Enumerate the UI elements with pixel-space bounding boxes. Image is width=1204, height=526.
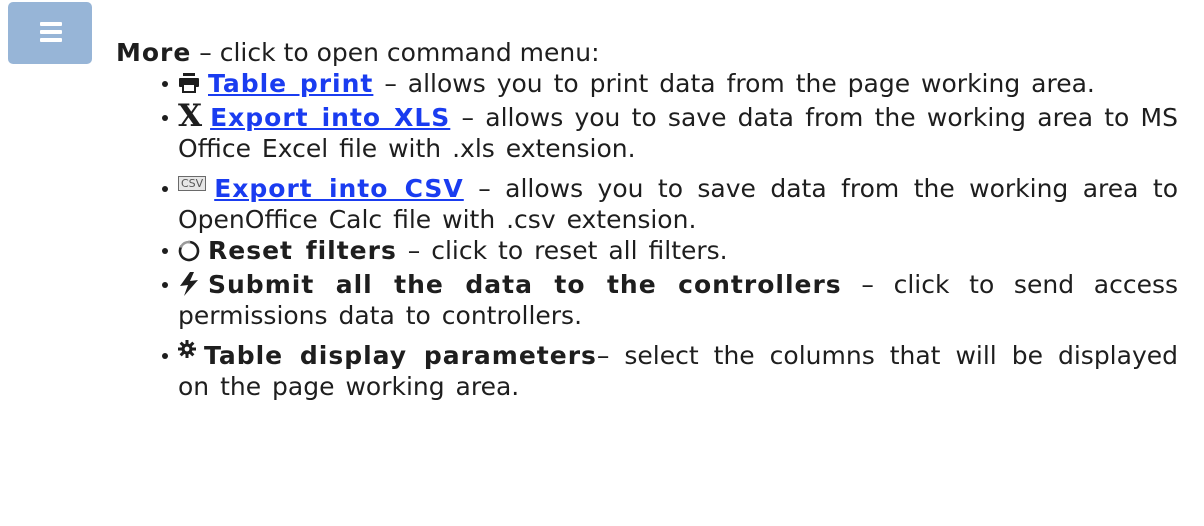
more-description: More – click to open command menu: (116, 38, 600, 68)
list-item-export-csv: CSV Export into CSV – allows you to save … (162, 173, 1178, 235)
list-item-table-print: Table print – allows you to print data f… (162, 68, 1178, 99)
table-display-parameters-label: Table display parameters (204, 341, 597, 370)
lightning-icon (178, 272, 200, 296)
menu-bar (40, 38, 62, 42)
csv-icon: CSV (178, 176, 207, 191)
table-print-link[interactable]: Table print (208, 69, 373, 98)
printer-icon (178, 69, 200, 93)
list-item-table-display-parameters: Table display parameters– select the col… (162, 340, 1178, 402)
list-item-export-xls: X Export into XLS – allows you to save da… (162, 98, 1178, 164)
list-item-reset-filters: Reset filters – click to reset all filte… (162, 235, 1178, 266)
menu-icon[interactable] (8, 2, 92, 64)
export-xls-link[interactable]: Export into XLS (210, 103, 450, 132)
more-label: More (116, 38, 192, 67)
excel-x-icon: X (178, 98, 203, 134)
reset-filters-description: – click to reset all filters. (396, 236, 728, 265)
list-item-submit-data: Submit all the data to the controllers –… (162, 269, 1178, 331)
menu-bar (40, 22, 62, 26)
submit-data-label: Submit all the data to the controllers (208, 270, 842, 299)
command-list: Table print – allows you to print data f… (162, 68, 1178, 402)
reset-filters-label: Reset filters (208, 236, 397, 265)
table-print-description: – allows you to print data from the page… (373, 69, 1095, 98)
menu-bar (40, 30, 62, 34)
more-text: – click to open command menu: (191, 38, 600, 67)
gear-icon (178, 334, 196, 358)
reset-icon (178, 238, 200, 262)
export-csv-link[interactable]: Export into CSV (214, 174, 464, 203)
